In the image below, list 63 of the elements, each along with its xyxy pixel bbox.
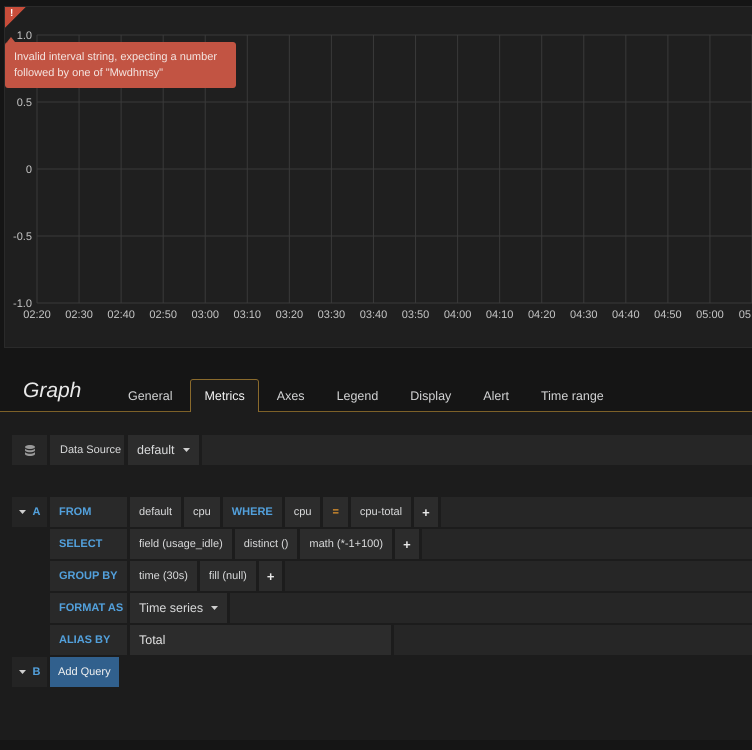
error-tooltip: Invalid interval string, expecting a number followed by one of "Mwdhmsy" — [5, 42, 236, 88]
y-axis-label: 0.5 — [16, 97, 32, 109]
x-axis-label: 02:40 — [107, 309, 135, 321]
tab[interactable]: Axes — [262, 379, 319, 412]
x-axis-label: 03:00 — [191, 309, 219, 321]
x-axis-label: 02:30 — [65, 309, 93, 321]
query-segment[interactable]: time (30s) — [130, 561, 197, 591]
triangle-pointer-icon — [7, 37, 15, 42]
x-axis-label: 04:00 — [444, 309, 472, 321]
y-axis-label: -0.5 — [13, 231, 32, 243]
y-axis-label: -1.0 — [13, 298, 32, 310]
query-segment[interactable]: cpu-total — [350, 497, 412, 527]
format-dropdown[interactable]: Time series — [130, 593, 228, 623]
x-axis-label: 03:10 — [234, 309, 262, 321]
query-keyword: WHERE — [222, 497, 282, 527]
query-toggle-button[interactable]: A — [12, 497, 47, 527]
x-axis-label: 03:30 — [318, 309, 346, 321]
tab[interactable]: Time range — [526, 379, 618, 412]
tab[interactable]: Metrics — [190, 379, 259, 412]
x-axis-label: 02:20 — [23, 309, 51, 321]
query-segment[interactable]: cpu — [184, 497, 220, 527]
tab[interactable]: Legend — [322, 379, 392, 412]
add-segment-button[interactable]: + — [258, 561, 282, 591]
query-segment[interactable]: cpu — [284, 497, 320, 527]
query-segment[interactable]: field (usage_idle) — [130, 529, 232, 559]
x-axis-label: 05 — [738, 309, 751, 321]
x-axis-label: 04:20 — [528, 309, 556, 321]
x-axis-label: 03:50 — [402, 309, 430, 321]
error-indicator: ! — [5, 7, 26, 28]
query-toggle-button[interactable]: B — [12, 657, 47, 687]
caret-icon — [211, 606, 218, 610]
add-query-button[interactable]: Add Query — [50, 657, 119, 687]
query-keyword: FORMAT AS — [50, 593, 127, 623]
query-segment[interactable]: default — [130, 497, 182, 527]
tab[interactable]: General — [114, 379, 186, 412]
database-icon — [24, 444, 34, 456]
query-segment[interactable]: math (*-1+100) — [300, 529, 392, 559]
query-keyword: FROM — [50, 497, 127, 527]
caret-icon — [182, 448, 190, 452]
x-axis-label: 05:00 — [696, 309, 724, 321]
x-axis-label: 04:30 — [570, 309, 598, 321]
add-segment-button[interactable]: + — [395, 529, 419, 559]
datasource-dropdown[interactable]: default — [128, 435, 199, 465]
query-keyword: ALIAS BY — [50, 625, 127, 655]
x-axis-label: 04:50 — [654, 309, 682, 321]
x-axis-label: 04:10 — [486, 309, 514, 321]
x-axis-label: 03:40 — [360, 309, 388, 321]
x-axis-label: 04:40 — [612, 309, 640, 321]
datasource-label: Data Source — [50, 435, 124, 465]
query-keyword: GROUP BY — [50, 561, 127, 591]
alias-input[interactable]: Total — [130, 625, 391, 655]
x-axis-label: 02:50 — [149, 309, 177, 321]
query-operator[interactable]: = — [323, 497, 348, 527]
tab[interactable]: Alert — [469, 379, 523, 412]
query-keyword: SELECT — [50, 529, 127, 559]
add-segment-button[interactable]: + — [414, 497, 438, 527]
y-axis-label: 0 — [26, 164, 32, 176]
query-segment[interactable]: distinct () — [234, 529, 298, 559]
query-segment[interactable]: fill (null) — [200, 561, 256, 591]
x-axis-label: 03:20 — [276, 309, 304, 321]
editor-title: Graph — [23, 378, 82, 402]
y-axis-label: 1.0 — [16, 30, 32, 42]
tab[interactable]: Display — [396, 379, 466, 412]
